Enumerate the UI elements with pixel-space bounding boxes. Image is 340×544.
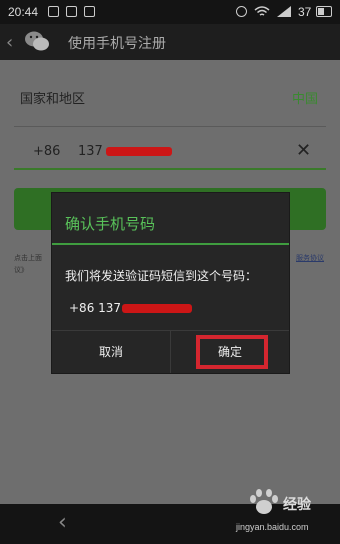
app-header: ‹ 使用手机号注册: [0, 24, 340, 60]
phone-input[interactable]: 137: [78, 144, 103, 159]
battery-icon: [316, 6, 332, 17]
wechat-logo-icon: [25, 31, 49, 51]
back-chevron-icon[interactable]: ‹: [6, 32, 13, 53]
region-value[interactable]: 中国: [292, 88, 318, 107]
watermark-url: jingyan.baidu.com: [236, 522, 309, 532]
dialog-title: 确认手机号码: [65, 215, 156, 233]
region-label[interactable]: 国家和地区: [20, 88, 85, 107]
confirm-highlight-box: [196, 335, 268, 369]
phone-input-underline: [14, 168, 326, 170]
dialog-title-divider: [52, 243, 289, 245]
dialog-message: 我们将发送验证码短信到这个号码：: [65, 269, 258, 283]
wifi-icon: [254, 6, 270, 16]
page-title: 使用手机号注册: [68, 36, 166, 52]
signal-icon: [277, 6, 291, 17]
nav-back-icon[interactable]: ‹: [58, 510, 67, 535]
agreement-text-2: 议》: [14, 266, 28, 274]
status-time: 20:44: [8, 5, 39, 19]
country-code[interactable]: +86: [33, 144, 60, 159]
phone-redaction: [106, 147, 172, 156]
dialog-phone-number: +86 137: [69, 301, 122, 315]
dialog-phone-redaction: [122, 304, 192, 313]
agreement-text: 点击上面: [14, 254, 42, 262]
image-notification-icon: [66, 6, 77, 17]
watermark-text: 经验: [283, 497, 311, 513]
agreement-link[interactable]: 服务协议: [296, 253, 324, 263]
baidu-paw-logo-icon: [250, 489, 278, 514]
clear-icon[interactable]: ✕: [296, 140, 311, 161]
message-notification-icon: [84, 6, 95, 17]
cancel-button[interactable]: 取消: [52, 331, 170, 373]
battery-level: 37: [298, 5, 312, 19]
region-divider: [14, 126, 326, 127]
alarm-icon: [236, 6, 247, 17]
status-bar: 20:44 37: [0, 0, 340, 24]
chat-notification-icon: [48, 6, 59, 17]
